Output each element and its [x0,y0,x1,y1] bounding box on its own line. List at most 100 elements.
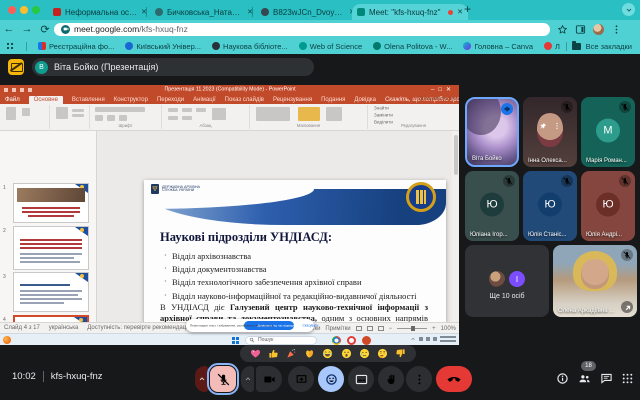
more-options-button[interactable] [406,366,432,392]
slide-thumbnail-1[interactable] [13,183,89,223]
macos-close-button[interactable] [8,6,16,14]
browser-menu-icon[interactable] [611,24,622,35]
thumbs-down-reaction-icon[interactable] [395,348,406,359]
participant-tile-olena[interactable]: Олена Аркадіївна ... [553,245,637,317]
slide-thumbnail-3[interactable] [13,272,89,312]
language-indicator[interactable]: українська [49,325,79,331]
system-tray[interactable] [410,336,456,342]
mic-options-chevron[interactable] [195,366,208,392]
mic-muted-button[interactable] [210,366,236,392]
party-reaction-icon[interactable] [286,348,297,359]
ppt-share-button[interactable]: Спільний доступ [419,96,457,102]
ppt-window-controls[interactable]: –□✕ [431,86,455,93]
profile-avatar[interactable] [593,24,604,35]
tab-close-icon[interactable]: ✕ [457,8,463,16]
clap-reaction-icon[interactable] [304,348,315,359]
chrome-taskbar-icon[interactable] [332,336,341,345]
ppt-tab[interactable]: Анімації [193,97,216,103]
end-call-button[interactable] [436,366,472,392]
reload-button[interactable]: ⟳ [36,23,54,36]
presenter-pill[interactable]: В Віта Бойко (Презентація) [32,58,314,76]
slide-sorter-icon[interactable] [367,326,373,331]
browser-tab-3[interactable]: B823wJCn_DvoygU9tr3rD2... ✕ [256,4,360,20]
browser-tab-2[interactable]: Бичковська_Наталія_ІБАС_... ✕ [150,4,258,20]
back-button[interactable]: ← [0,23,18,35]
pin-icon[interactable] [539,122,547,130]
participant-tile-inna[interactable]: Інна Олекса... [523,97,577,167]
ppt-tab[interactable]: Показ слайдів [225,97,264,103]
bookmark-item[interactable]: Web of Science [299,42,362,51]
meeting-code: kfs-hxuq-fnz [51,371,103,382]
normal-view-icon[interactable] [356,326,362,331]
forward-button[interactable]: → [18,23,36,35]
bookmark-item[interactable]: Реєстраційна фо... [38,42,114,51]
camera-options-chevron[interactable] [241,366,254,392]
ppt-scrollbar[interactable] [452,131,459,322]
bookmark-item[interactable]: Київський Універ... [125,42,201,51]
ppt-tab[interactable]: Рецензування [273,97,312,103]
zoom-out-button[interactable]: − [389,326,393,332]
tile-menu-icon[interactable] [553,122,561,130]
heart-reaction-icon[interactable] [250,348,261,359]
browser-tab-meet-active[interactable]: Meet: "kfs-hxuq-fnz" ✕ [352,4,468,20]
new-tab-button[interactable]: + [464,2,471,16]
zoom-level[interactable]: 100% [441,326,456,332]
all-bookmarks-button[interactable]: Все закладки [560,38,640,54]
zoom-in-button[interactable]: + [432,326,436,332]
present-screen-button[interactable] [288,366,314,392]
opera-taskbar-icon[interactable] [347,336,356,345]
reactions-button[interactable] [318,366,344,392]
camera-button[interactable] [256,366,282,392]
zoom-slider[interactable] [397,328,427,330]
participant-tile-vita[interactable]: Віта Бойко [465,97,519,167]
raise-hand-button[interactable] [378,366,404,392]
activities-icon[interactable] [621,372,634,385]
participants-icon[interactable] [578,372,591,385]
slide-thumbnail-2[interactable] [13,226,89,270]
thinking-reaction-icon[interactable] [377,348,388,359]
bookmark-item[interactable]: Головна – Canva [463,42,533,51]
joy-reaction-icon[interactable] [322,348,333,359]
address-bar[interactable]: meet.google.com/kfs-hxuq-fnz [54,23,550,36]
ppt-tab[interactable]: Довідка [354,97,376,103]
participant-tile-yuliana[interactable]: Ю Юліана Ігор... [465,171,519,241]
tab-search-button[interactable] [622,3,635,16]
participant-tile-yulia-a[interactable]: Ю Юлія Андрі... [581,171,635,241]
ppt-tab[interactable]: Подання [321,97,345,103]
pop-out-icon[interactable] [621,301,633,313]
ribbon-group-editing: Знайти Замінити Виділити Редагування [368,105,459,129]
taskbar-search[interactable]: Пошук [245,336,317,345]
bookmark-star-icon[interactable] [557,24,568,35]
cancel-link[interactable]: Скасувати [302,324,318,327]
captions-button[interactable] [348,366,374,392]
audio-level-icon [501,103,513,115]
accessibility-status[interactable]: Доступність: перевірте рекомендації [87,325,189,331]
bookmark-item[interactable]: Наукова бібліоте... [212,42,288,51]
ppt-tab-home[interactable]: Основне [29,96,63,104]
slideshow-icon[interactable] [378,326,384,331]
participant-tile-maria[interactable]: М Марія Роман... [581,97,635,167]
browser-tab-1[interactable]: Неформальна освіта ✕ [48,4,152,20]
slide-thumbnail-panel[interactable]: 1 2 3 [0,131,97,322]
surprised-reaction-icon[interactable] [341,348,352,359]
ppt-tab[interactable]: Переходи [157,97,184,103]
meeting-details-icon[interactable] [556,372,569,385]
side-panel-icon[interactable] [575,24,586,35]
chat-icon[interactable] [600,372,613,385]
taskbar-widget[interactable] [3,336,14,344]
ppt-tab-file[interactable]: Файл [5,97,20,103]
thumbs-up-reaction-icon[interactable] [268,348,279,359]
apps-grid-icon[interactable] [6,42,15,51]
shared-screen[interactable]: Презентація 11.2023 (Compatibility Mode)… [0,85,459,345]
bookmark-item[interactable]: Olena Politova - W... [373,42,452,51]
comments-button[interactable]: Примітки [325,326,350,332]
start-button[interactable] [232,337,239,344]
ppt-tab[interactable]: Конструктор [114,97,148,103]
powerpoint-taskbar-icon[interactable] [362,336,371,345]
macos-zoom-button[interactable] [32,6,40,14]
macos-minimize-button[interactable] [20,6,28,14]
ppt-tab[interactable]: Вставлення [72,97,105,103]
cry-reaction-icon[interactable] [359,348,370,359]
participant-tile-yulia-s[interactable]: Ю Юлія Станіс... [523,171,577,241]
more-participants-tile[interactable]: І Ще 10 осіб [465,245,549,317]
